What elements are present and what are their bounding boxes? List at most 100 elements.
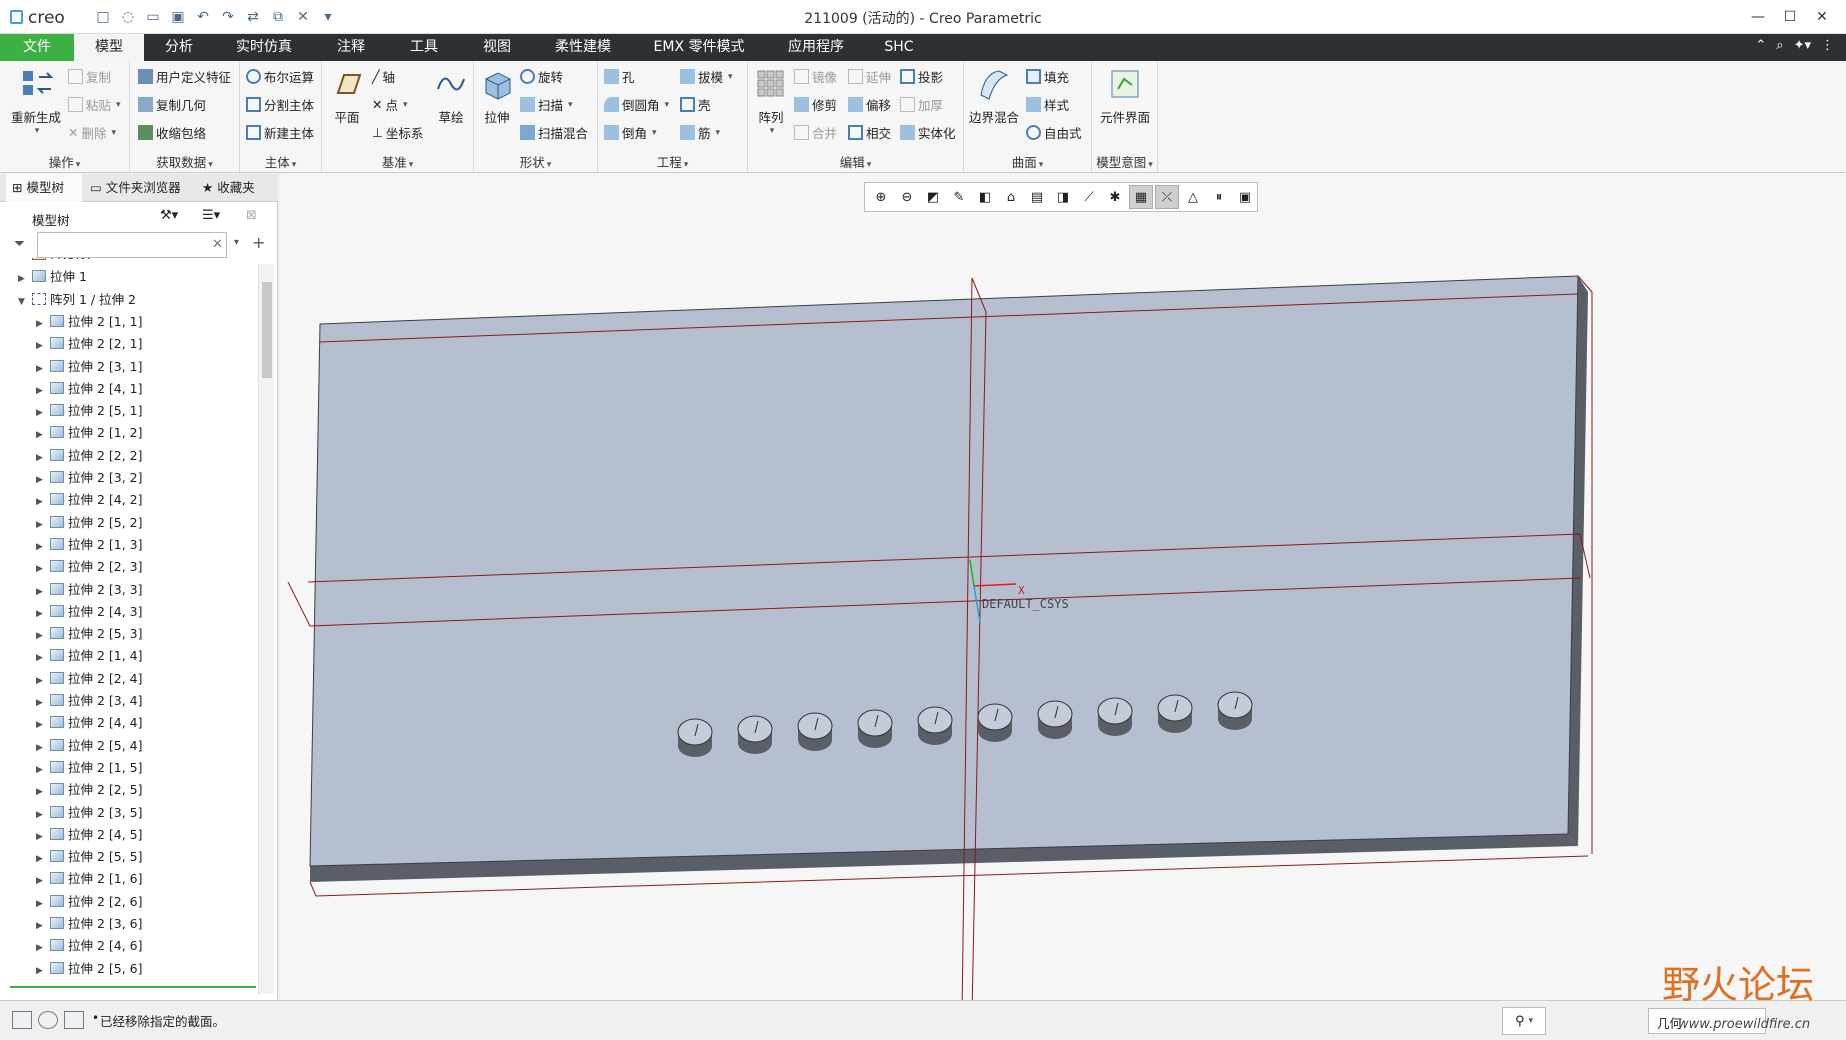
expand-icon[interactable]: ▶	[36, 781, 48, 803]
tree-item[interactable]: ▶ 拉伸 2 [1, 6]	[36, 868, 143, 890]
search-icon[interactable]: ⌕	[1776, 38, 1783, 53]
tab-2[interactable]: 分析	[144, 34, 214, 61]
new-body-button[interactable]: 新建主体	[246, 123, 314, 142]
expand-icon[interactable]: ▶	[36, 358, 48, 380]
help-icon[interactable]: ✦▾	[1794, 38, 1811, 53]
tree-settings-icon[interactable]: ⚒▾	[160, 208, 178, 223]
expand-icon[interactable]: ▶	[36, 558, 48, 580]
tree-item[interactable]: ▶ 拉伸 2 [1, 3]	[36, 534, 143, 556]
add-filter-icon[interactable]: +	[252, 233, 265, 252]
tree-item[interactable]: ▶ 拉伸 2 [3, 4]	[36, 690, 143, 712]
repaint-icon[interactable]: ✎	[947, 185, 971, 209]
tree-item[interactable]: ▶ 拉伸 2 [3, 5]	[36, 802, 143, 824]
tab-favorites[interactable]: ★ 收藏夹	[196, 174, 270, 202]
tree-item[interactable]: ▶ 拉伸 2 [3, 2]	[36, 467, 143, 489]
tab-6[interactable]: 视图	[460, 34, 534, 61]
copy-geometry-button[interactable]: 复制几何	[138, 95, 206, 114]
extrude-button[interactable]: 拉伸	[478, 65, 516, 126]
tree-columns-icon[interactable]: ☰▾	[202, 208, 220, 223]
close-window-icon[interactable]: ✕	[292, 7, 314, 27]
tree-item[interactable]: ▶ 拉伸 2 [5, 6]	[36, 958, 143, 980]
tree-item[interactable]: ▶ 拉伸 2 [1, 4]	[36, 645, 143, 667]
tree-item[interactable]: ▶ 拉伸 2 [1, 5]	[36, 757, 143, 779]
delete-button[interactable]: ✕ 删除 ▾	[68, 123, 116, 142]
pattern-button[interactable]: 阵列 ▾	[752, 65, 790, 136]
browser-toggle-icon[interactable]	[38, 1011, 58, 1029]
boolean-button[interactable]: 布尔运算	[246, 67, 314, 86]
tab-9[interactable]: 应用程序	[766, 34, 866, 61]
tree-item[interactable]: ▶ 拉伸 2 [1, 1]	[36, 311, 143, 333]
solidify-button[interactable]: 实体化	[900, 123, 956, 142]
collapse-icon[interactable]: ▼	[18, 291, 30, 313]
tree-item[interactable]: ▶ 拉伸 2 [2, 6]	[36, 891, 143, 913]
fill-button[interactable]: 填充	[1026, 67, 1069, 86]
spin-center-icon[interactable]: △	[1181, 185, 1205, 209]
display-style-icon[interactable]: ◧	[973, 185, 997, 209]
component-interface-button[interactable]: 元件界面	[1094, 65, 1156, 126]
perspective-icon[interactable]: ◨	[1051, 185, 1075, 209]
tab-folder-browser[interactable]: ▭ 文件夹浏览器	[84, 174, 194, 202]
style-button[interactable]: 样式	[1026, 95, 1069, 114]
customize-icon[interactable]: ▾	[317, 7, 339, 27]
mirror-button[interactable]: 镜像	[794, 67, 837, 86]
tree-item[interactable]: ▶ 拉伸 2 [4, 2]	[36, 489, 143, 511]
tree-item[interactable]: ▶ 拉伸 1	[18, 266, 87, 288]
tree-scrollbar[interactable]	[258, 264, 274, 994]
rib-button[interactable]: 筋 ▾	[680, 123, 720, 142]
sketch-button[interactable]: 草绘	[432, 65, 470, 126]
folder-icon[interactable]: ▭	[142, 7, 164, 27]
tree-item[interactable]: ▶ 拉伸 2 [2, 1]	[36, 333, 143, 355]
search-options-icon[interactable]: ▾	[234, 237, 239, 248]
tree-item[interactable]: ▶ 拉伸 2 [5, 2]	[36, 512, 143, 534]
section-icon[interactable]: ⟋	[1077, 185, 1101, 209]
undo-icon[interactable]: ↶	[192, 7, 214, 27]
tab-3[interactable]: 实时仿真	[214, 34, 314, 61]
tree-item[interactable]: ▶ 拉伸 2 [5, 1]	[36, 400, 143, 422]
tree-item[interactable]: ▶ 拉伸 2 [3, 6]	[36, 913, 143, 935]
windows-icon[interactable]: ⧉	[267, 7, 289, 27]
copy-button[interactable]: 复制	[68, 67, 111, 86]
trim-button[interactable]: 修剪	[794, 95, 837, 114]
tree-item[interactable]: ▶ 拉伸 2 [4, 1]	[36, 378, 143, 400]
tab-5[interactable]: 工具	[388, 34, 460, 61]
expand-icon[interactable]: ▶	[36, 424, 48, 446]
swept-blend-button[interactable]: 扫描混合	[520, 123, 588, 142]
expand-icon[interactable]: ▶	[36, 937, 48, 959]
more-view-tools-icon[interactable]: ▣	[1233, 185, 1257, 209]
refit-icon[interactable]: ◩	[921, 185, 945, 209]
tab-model-tree[interactable]: ⊞ 模型树	[6, 174, 82, 202]
tab-1[interactable]: 模型	[74, 34, 144, 61]
expand-icon[interactable]: ▶	[36, 402, 48, 424]
revolve-button[interactable]: 旋转	[520, 67, 563, 86]
paste-button[interactable]: 粘贴 ▾	[68, 95, 121, 114]
expand-icon[interactable]: ▶	[36, 870, 48, 892]
point-button[interactable]: ✕ 点 ▾	[372, 95, 408, 114]
zoom-in-icon[interactable]: ⊕	[869, 185, 893, 209]
expand-icon[interactable]: ▶	[36, 514, 48, 536]
split-body-button[interactable]: 分割主体	[246, 95, 314, 114]
clear-search-icon[interactable]: ✕	[212, 237, 223, 252]
tree-filter-display-icon[interactable]: ⊠	[246, 208, 257, 223]
hole-button[interactable]: 孔	[604, 67, 635, 86]
open-icon[interactable]: ◌	[117, 7, 139, 27]
sweep-button[interactable]: 扫描 ▾	[520, 95, 573, 114]
save-icon[interactable]: ▣	[167, 7, 189, 27]
expand-icon[interactable]: ▶	[18, 268, 30, 290]
find-button[interactable]: ⚲ ▾	[1502, 1007, 1546, 1035]
datum-display-icon[interactable]: ✱	[1103, 185, 1127, 209]
expand-icon[interactable]: ▶	[36, 469, 48, 491]
expand-icon[interactable]: ▶	[36, 804, 48, 826]
tree-item[interactable]: ▶ 拉伸 2 [3, 3]	[36, 579, 143, 601]
chamfer-button[interactable]: 倒角 ▾	[604, 123, 657, 142]
navigator-toggle-icon[interactable]	[12, 1011, 32, 1029]
tab-7[interactable]: 柔性建模	[534, 34, 632, 61]
tab-8[interactable]: EMX 零件模式	[632, 34, 766, 61]
expand-icon[interactable]: ▶	[36, 581, 48, 603]
thicken-button[interactable]: 加厚	[900, 95, 943, 114]
draft-button[interactable]: 拔模 ▾	[680, 67, 733, 86]
freestyle-button[interactable]: 自由式	[1026, 123, 1082, 142]
expand-icon[interactable]: ▶	[36, 380, 48, 402]
udf-button[interactable]: 用户定义特征	[138, 67, 231, 86]
tab-10[interactable]: SHC	[866, 34, 932, 61]
csys-display-icon[interactable]: ⤫	[1155, 185, 1179, 209]
